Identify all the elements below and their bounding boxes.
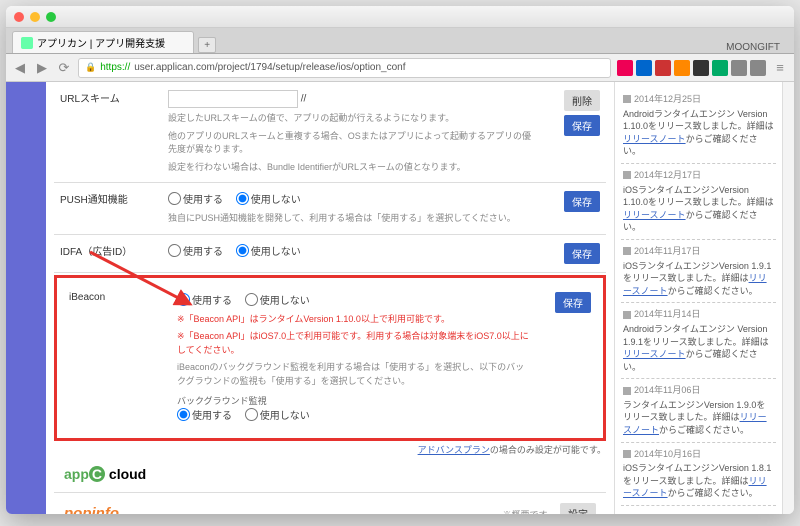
news-date: 2014年12月17日 bbox=[623, 169, 774, 182]
section-label: IDFA（広告ID） bbox=[60, 243, 158, 264]
save-button[interactable]: 保存 bbox=[555, 292, 591, 313]
warning-text: ※「Beacon API」はランタイムVersion 1.10.0以上で利用可能… bbox=[177, 313, 529, 327]
section-idfa: IDFA（広告ID） 使用する 使用しない 保存 bbox=[54, 235, 606, 273]
radio-notuse[interactable]: 使用しない bbox=[236, 191, 301, 206]
save-button[interactable]: 保存 bbox=[564, 115, 600, 136]
save-button[interactable]: 保存 bbox=[564, 243, 600, 264]
news-item: 2014年11月06日ランタイムエンジンVersion 1.9.0をリリース致し… bbox=[621, 379, 776, 442]
news-item: 2014年12月17日 iOSランタイムエンジンVersion 1.10.0をリリ… bbox=[621, 164, 776, 240]
browser-tab[interactable]: アプリカン | アプリ開発支援 bbox=[12, 31, 194, 53]
extension-icon[interactable] bbox=[731, 60, 747, 76]
maximize-icon[interactable] bbox=[46, 12, 56, 22]
extension-icon[interactable] bbox=[636, 60, 652, 76]
news-item: 2014年11月17日 iOSランタイムエンジンVersion 1.9.1をリリー… bbox=[621, 240, 776, 303]
extension-icon[interactable] bbox=[693, 60, 709, 76]
new-tab-button[interactable]: + bbox=[198, 37, 216, 53]
url-scheme-input[interactable] bbox=[168, 90, 298, 108]
news-text: iOSランタイムエンジンVersion 1.8.1をリリース致しました。詳細はリ… bbox=[623, 462, 774, 500]
section-appc: appC cloud bbox=[54, 456, 606, 493]
popinfo-desc: ※概要です。 bbox=[502, 510, 555, 514]
news-date: 2014年11月14日 bbox=[623, 308, 774, 321]
news-sidebar: 2014年12月25日 Androidランタイムエンジン Version 1.10… bbox=[614, 82, 782, 514]
release-note-link[interactable]: リリースノート bbox=[623, 134, 686, 144]
favicon-icon bbox=[21, 37, 33, 49]
scrollbar[interactable] bbox=[782, 82, 794, 514]
note-text: 設定を行わない場合は、Bundle IdentifierがURLスキームの値とな… bbox=[168, 161, 538, 175]
section-label: PUSH通知機能 bbox=[60, 191, 158, 226]
section-ibeacon: iBeacon 使用する 使用しない ※「Beacon API」はランタイムVe… bbox=[63, 284, 597, 433]
appc-cloud-logo: appC cloud bbox=[64, 466, 146, 482]
left-gutter bbox=[6, 82, 46, 514]
tab-bar: アプリカン | アプリ開発支援 + MOONGIFT bbox=[6, 28, 794, 54]
news-item: 2014年10月16日iOSランタイムエンジンVersion 1.8.1をリリー… bbox=[621, 443, 776, 506]
extension-icon[interactable] bbox=[712, 60, 728, 76]
news-text: iOSランタイムエンジンVersion 1.9.1をリリース致しました。詳細はリ… bbox=[623, 260, 774, 298]
release-note-link[interactable]: リリースノート bbox=[623, 210, 686, 220]
news-text: Androidランタイムエンジン Version 1.9.1をリリース致しました… bbox=[623, 323, 774, 373]
news-text: Androidランタイムエンジン Version 1.10.0をリリース致しまし… bbox=[623, 108, 774, 158]
news-date: 2014年12月25日 bbox=[623, 93, 774, 106]
radio-use[interactable]: 使用する bbox=[177, 292, 232, 307]
extension-icon[interactable] bbox=[674, 60, 690, 76]
extension-icon[interactable] bbox=[750, 60, 766, 76]
extension-icon[interactable] bbox=[617, 60, 633, 76]
news-date: 2014年11月17日 bbox=[623, 245, 774, 258]
radio-bg-notuse[interactable]: 使用しない bbox=[245, 407, 310, 422]
back-button[interactable]: ◀ bbox=[12, 60, 28, 76]
note-text: iBeaconのバックグラウンド監視を利用する場合は「使用する」を選択し、以下の… bbox=[177, 361, 529, 388]
release-note-link[interactable]: リリースノート bbox=[623, 349, 686, 359]
toolbar: ◀ ▶ ⟳ 🔒 https:// user.applican.com/projec… bbox=[6, 54, 794, 82]
news-date: 2014年11月06日 bbox=[623, 384, 774, 397]
news-item: 2014年11月14日 Androidランタイムエンジン Version 1.9.… bbox=[621, 303, 776, 379]
popinfo-logo: popinfo bbox=[64, 505, 119, 514]
save-button[interactable]: 保存 bbox=[564, 191, 600, 212]
radio-use[interactable]: 使用する bbox=[168, 243, 223, 258]
menu-button[interactable]: ≡ bbox=[772, 60, 788, 76]
radio-notuse[interactable]: 使用しない bbox=[245, 292, 310, 307]
radio-use[interactable]: 使用する bbox=[168, 191, 223, 206]
close-icon[interactable] bbox=[14, 12, 24, 22]
news-text: ランタイムエンジンVersion 1.9.0をリリース致しました。詳細はリリース… bbox=[623, 399, 774, 437]
section-popinfo: popinfo ※概要です。 設定 bbox=[54, 493, 606, 514]
advance-plan-link[interactable]: アドバンスプラン bbox=[418, 445, 490, 455]
lock-icon: 🔒 bbox=[85, 62, 96, 73]
address-bar[interactable]: 🔒 https:// user.applican.com/project/1794… bbox=[78, 58, 611, 78]
news-date: 2014年10月16日 bbox=[623, 448, 774, 461]
subheader: バックグラウンド監視 bbox=[177, 394, 529, 407]
section-url-scheme: URLスキーム // 設定したURLスキームの値で、アプリの起動が行えるようにな… bbox=[54, 82, 606, 183]
extension-icons bbox=[617, 60, 766, 76]
note-text: 設定したURLスキームの値で、アプリの起動が行えるようになります。 bbox=[168, 112, 538, 126]
note-text: 他のアプリのURLスキームと重複する場合、OSまたはアプリによって起動するアプリ… bbox=[168, 130, 538, 157]
news-item: 2014年12月25日 Androidランタイムエンジン Version 1.10… bbox=[621, 88, 776, 164]
radio-notuse[interactable]: 使用しない bbox=[236, 243, 301, 258]
minimize-icon[interactable] bbox=[30, 12, 40, 22]
radio-bg-use[interactable]: 使用する bbox=[177, 407, 232, 422]
tab-title: アプリカン | アプリ開発支援 bbox=[37, 35, 165, 50]
url-text: user.applican.com/project/1794/setup/rel… bbox=[134, 62, 405, 73]
slash-text: // bbox=[301, 94, 307, 105]
reload-button[interactable]: ⟳ bbox=[56, 60, 72, 76]
window-titlebar bbox=[6, 6, 794, 28]
profile-label: MOONGIFT bbox=[726, 42, 788, 53]
warning-text: ※「Beacon API」はiOS7.0上で利用可能です。利用する場合は対象端末… bbox=[177, 330, 529, 357]
forward-button[interactable]: ▶ bbox=[34, 60, 50, 76]
section-label: URLスキーム bbox=[60, 90, 158, 174]
note-text: 独自にPUSH通知機能を開発して、利用する場合は「使用する」を選択してください。 bbox=[168, 212, 538, 226]
extension-icon[interactable] bbox=[655, 60, 671, 76]
url-scheme: https:// bbox=[100, 62, 130, 73]
advance-plan-note: アドバンスプランの場合のみ設定が可能です。 bbox=[54, 443, 606, 456]
delete-button[interactable]: 削除 bbox=[564, 90, 600, 111]
news-text: iOSランタイムエンジンVersion 1.10.0をリリース致しました。詳細は… bbox=[623, 184, 774, 234]
section-push: PUSH通知機能 使用する 使用しない 独自にPUSH通知機能を開発して、利用す… bbox=[54, 183, 606, 235]
highlight-box: iBeacon 使用する 使用しない ※「Beacon API」はランタイムVe… bbox=[54, 275, 606, 442]
settings-button[interactable]: 設定 bbox=[560, 503, 596, 514]
section-label: iBeacon bbox=[69, 292, 167, 425]
